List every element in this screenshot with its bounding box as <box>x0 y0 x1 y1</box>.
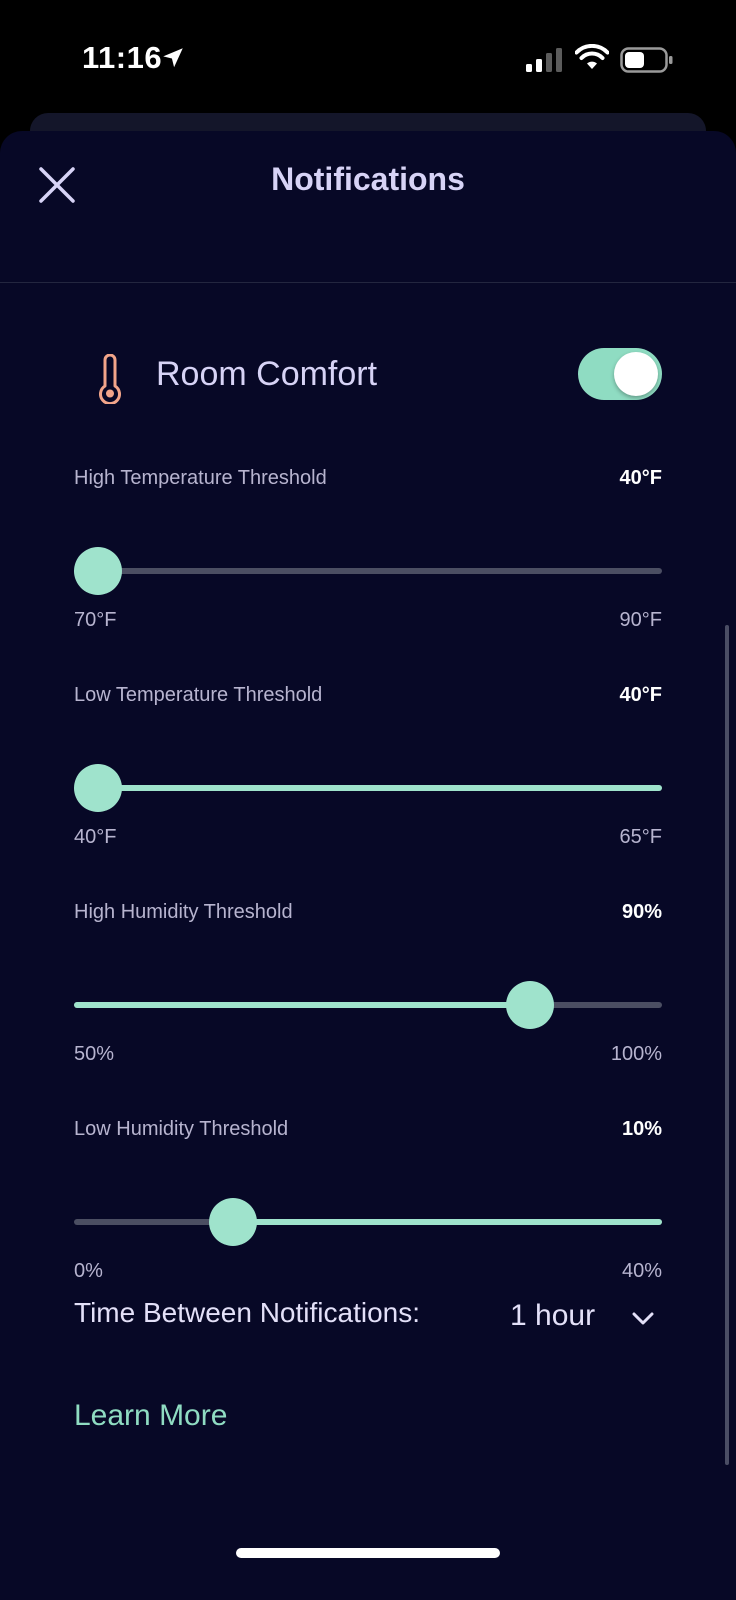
high-humidity-slider[interactable] <box>74 981 662 1029</box>
slider-max-label: 65°F <box>619 826 662 848</box>
threshold-value: 40°F <box>619 467 662 489</box>
status-bar: 11:16 <box>0 0 736 110</box>
home-indicator[interactable] <box>236 1548 500 1558</box>
threshold-label: Low Temperature Threshold <box>74 684 323 706</box>
slider-min-label: 50% <box>74 1043 115 1065</box>
wifi-icon <box>575 44 609 69</box>
threshold-label: Low Humidity Threshold <box>74 1118 289 1140</box>
slider-track-fill <box>98 785 662 791</box>
slider-max-label: 100% <box>610 1043 662 1065</box>
slider-min-label: 40°F <box>74 826 117 848</box>
slider-track <box>74 568 662 574</box>
high-temperature-slider[interactable] <box>74 547 662 595</box>
low-humidity-threshold: Low Humidity Threshold 10% 0% 40% <box>74 1118 662 1308</box>
threshold-label: High Temperature Threshold <box>74 467 327 489</box>
screen: 11:16 Notifications Room Comfort High Te… <box>0 0 736 1600</box>
location-arrow-icon <box>163 48 183 68</box>
thermometer-icon <box>99 354 121 404</box>
cellular-signal-icon <box>526 48 562 72</box>
time-between-notifications-select[interactable]: 1 hour <box>500 1289 670 1339</box>
threshold-label: High Humidity Threshold <box>74 901 293 923</box>
slider-thumb[interactable] <box>506 981 554 1029</box>
scrollbar[interactable] <box>725 625 729 1465</box>
slider-thumb[interactable] <box>209 1198 257 1246</box>
threshold-value: 10% <box>621 1118 662 1140</box>
high-humidity-threshold: High Humidity Threshold 90% 50% 100% <box>74 901 662 1091</box>
time-between-notifications-label: Time Between Notifications: <box>74 1297 420 1328</box>
page-title: Notifications <box>271 161 465 197</box>
header-divider <box>0 282 736 283</box>
battery-icon <box>620 47 673 73</box>
high-temperature-threshold: High Temperature Threshold 40°F 70°F 90°… <box>74 467 662 657</box>
toggle-knob <box>614 352 658 396</box>
chevron-down-icon <box>632 1312 654 1325</box>
slider-min-label: 0% <box>74 1260 103 1282</box>
slider-track-fill <box>233 1219 662 1225</box>
threshold-value: 90% <box>621 901 662 923</box>
room-comfort-toggle[interactable] <box>578 348 662 400</box>
slider-max-label: 40% <box>621 1260 662 1282</box>
room-comfort-label: Room Comfort <box>156 355 378 393</box>
low-temperature-threshold: Low Temperature Threshold 40°F 40°F 65°F <box>74 684 662 874</box>
slider-min-label: 70°F <box>74 609 117 631</box>
low-humidity-slider[interactable] <box>74 1198 662 1246</box>
slider-track-fill <box>74 1002 530 1008</box>
selected-interval: 1 hour <box>510 1299 596 1332</box>
slider-thumb[interactable] <box>74 764 122 812</box>
low-temperature-slider[interactable] <box>74 764 662 812</box>
learn-more-link[interactable]: Learn More <box>74 1399 227 1433</box>
notifications-sheet: Notifications Room Comfort High Temperat… <box>0 131 736 1600</box>
slider-thumb[interactable] <box>74 547 122 595</box>
slider-max-label: 90°F <box>619 609 662 631</box>
status-time: 11:16 <box>82 40 163 75</box>
threshold-value: 40°F <box>619 684 662 706</box>
